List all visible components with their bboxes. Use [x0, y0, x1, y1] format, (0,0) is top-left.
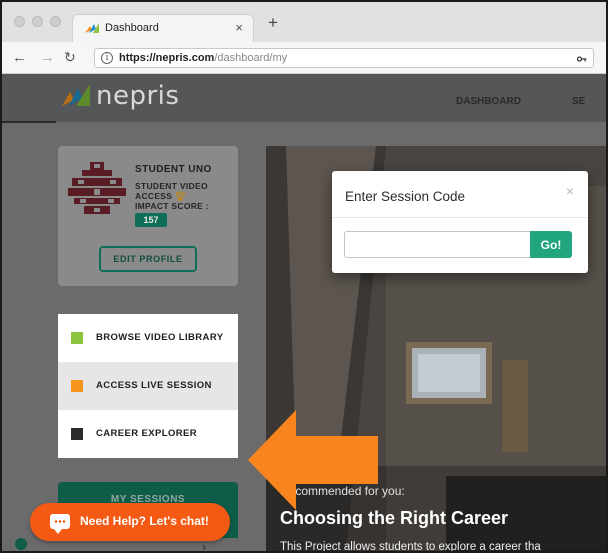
- help-chat-label: Need Help? Let's chat!: [80, 514, 209, 528]
- tab-title: Dashboard: [105, 22, 159, 34]
- menu-item-label: CAREER EXPLORER: [96, 428, 198, 439]
- info-icon[interactable]: i: [101, 52, 113, 64]
- nepris-logo-icon[interactable]: [62, 84, 90, 106]
- impact-score-badge: 157: [135, 213, 167, 227]
- video-access-label: STUDENT VIDEO ACCESS: [135, 181, 208, 201]
- minimize-window-dot[interactable]: [32, 16, 43, 27]
- header-underline: [2, 121, 56, 123]
- key-icon[interactable]: [577, 55, 587, 63]
- edit-profile-button[interactable]: EDIT PROFILE: [99, 246, 197, 272]
- url-host: https://nepris.com: [119, 52, 215, 64]
- back-arrow-icon[interactable]: ←: [12, 49, 27, 66]
- browse-square-icon: [71, 332, 83, 344]
- chat-dots: [54, 520, 66, 523]
- menu-item-browse-video-library[interactable]: BROWSE VIDEO LIBRARY: [58, 314, 238, 362]
- nav-dashboard-link[interactable]: DASHBOARD: [456, 96, 521, 107]
- close-window-dot[interactable]: [14, 16, 25, 27]
- modal-close-icon[interactable]: ×: [566, 183, 574, 199]
- session-code-modal: Enter Session Code × Go!: [332, 171, 588, 273]
- career-square-icon: [71, 428, 83, 440]
- menu-item-career-explorer[interactable]: CAREER EXPLORER: [58, 410, 238, 458]
- profile-card: STUDENT UNO STUDENT VIDEO ACCESS 🏆︎ IMPA…: [58, 146, 238, 286]
- modal-divider: [332, 217, 588, 218]
- url-path: /dashboard/my: [214, 52, 288, 64]
- go-button[interactable]: Go!: [530, 231, 572, 258]
- side-menu: BROWSE VIDEO LIBRARY ACCESS LIVE SESSION…: [58, 314, 238, 458]
- live-session-square-icon: [71, 380, 83, 392]
- menu-item-label: BROWSE VIDEO LIBRARY: [96, 332, 224, 343]
- tab-bar: Dashboard × +: [2, 2, 606, 42]
- url-input[interactable]: i https://nepris.com/dashboard/my: [94, 48, 594, 68]
- page-content: nepris DASHBOARD SE STUDENT UNO STUDENT …: [2, 74, 606, 553]
- session-code-input[interactable]: [344, 231, 530, 258]
- new-tab-button[interactable]: +: [268, 14, 278, 31]
- nepris-favicon-icon: [85, 23, 99, 33]
- nav-second-link[interactable]: SE: [572, 96, 585, 107]
- reload-icon[interactable]: ↻: [64, 49, 76, 66]
- student-video-access: STUDENT VIDEO ACCESS 🏆︎: [135, 181, 235, 201]
- avatar: [68, 162, 126, 214]
- impact-score-label: IMPACT SCORE :: [135, 201, 209, 211]
- session-indicator-icon: [15, 538, 27, 550]
- forward-arrow-icon[interactable]: →: [40, 49, 55, 66]
- maximize-window-dot[interactable]: [50, 16, 61, 27]
- video-title[interactable]: Choosing the Right Career: [280, 508, 508, 529]
- student-name: STUDENT UNO: [135, 164, 212, 175]
- video-description: This Project allows students to explore …: [280, 541, 541, 553]
- url-text: https://nepris.com/dashboard/my: [119, 52, 287, 64]
- pointer-arrow-icon: [248, 410, 378, 510]
- tab-close-icon[interactable]: ×: [235, 20, 243, 35]
- chat-bubble-icon: [50, 514, 70, 534]
- logo-text[interactable]: nepris: [96, 81, 179, 111]
- site-header: nepris DASHBOARD SE: [2, 74, 606, 123]
- browser-window: Dashboard × + ← → ↻ i https://nepris.com…: [0, 0, 608, 553]
- chevron-right-icon[interactable]: ›: [202, 540, 206, 551]
- trophy-icon: 🏆︎: [174, 191, 186, 201]
- modal-title: Enter Session Code: [345, 189, 466, 204]
- help-chat-button[interactable]: Need Help? Let's chat!: [30, 503, 230, 541]
- menu-item-access-live-session[interactable]: ACCESS LIVE SESSION: [58, 362, 238, 410]
- address-bar-row: ← → ↻ i https://nepris.com/dashboard/my: [2, 42, 606, 74]
- menu-item-label: ACCESS LIVE SESSION: [96, 380, 212, 391]
- tab-dashboard[interactable]: Dashboard ×: [72, 14, 254, 42]
